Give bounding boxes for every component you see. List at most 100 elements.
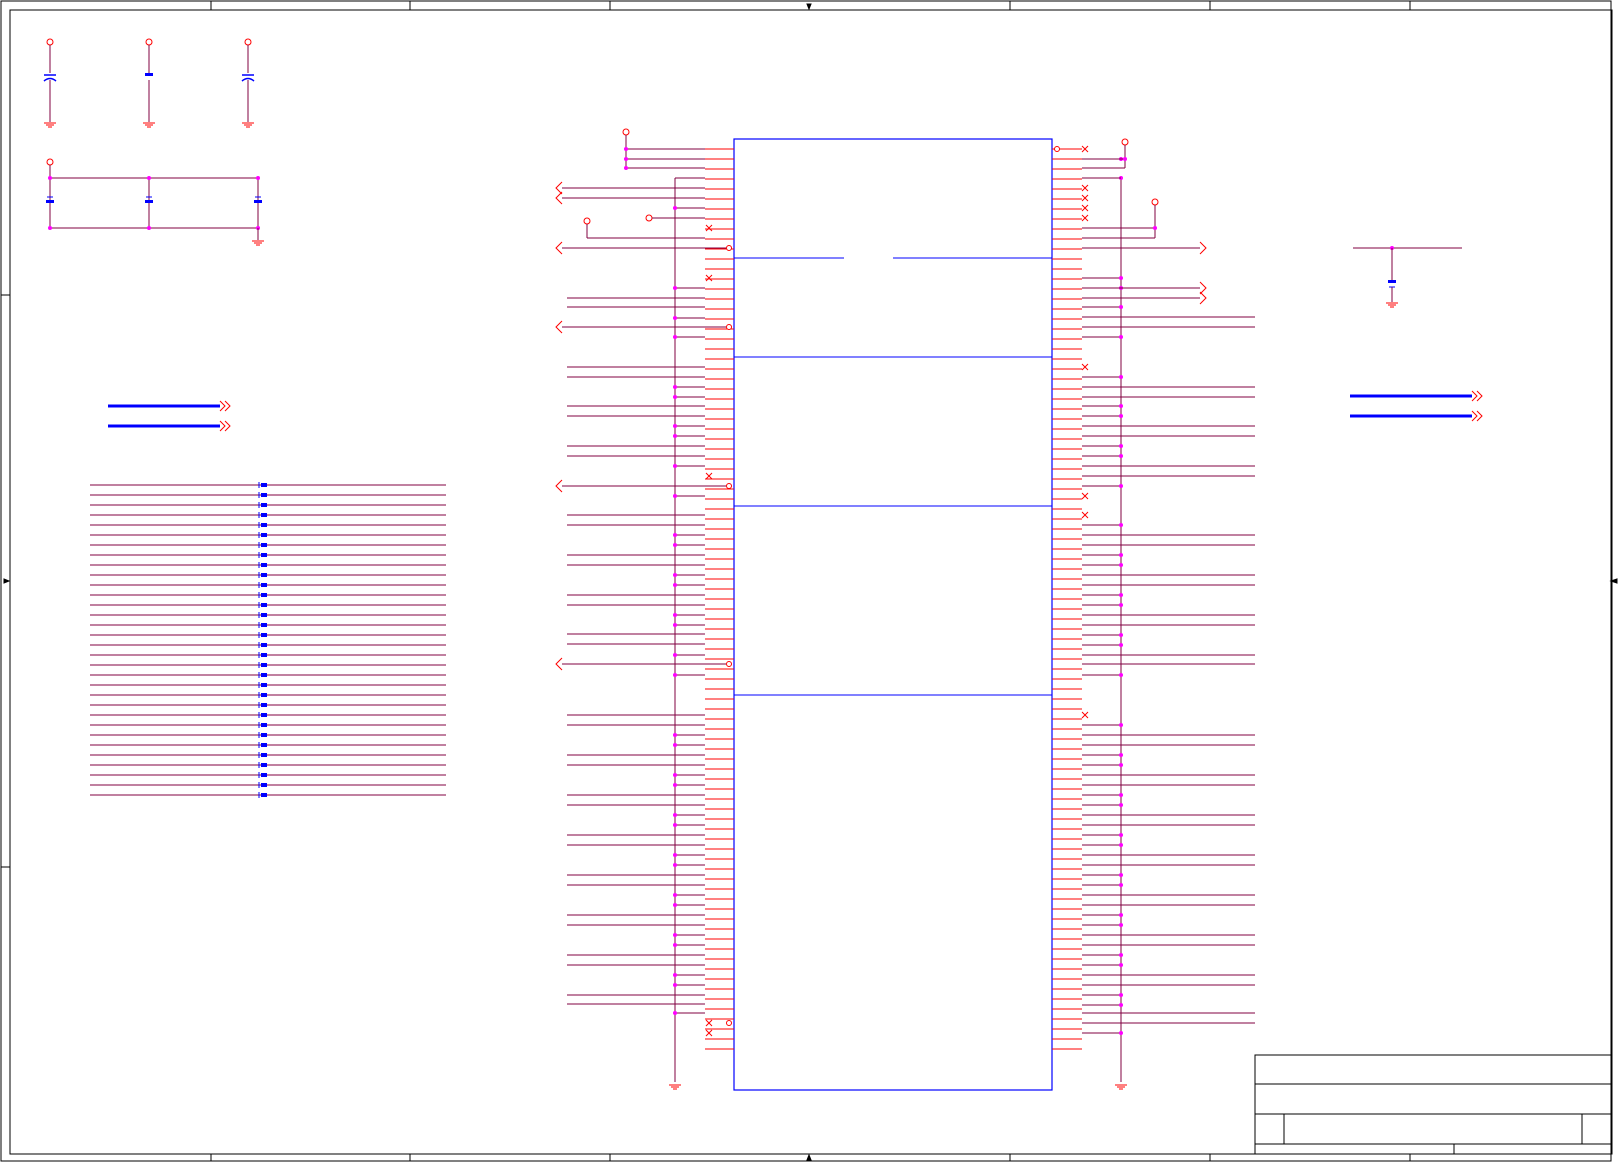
junction-dot [48,226,52,230]
junction-dot [673,613,677,617]
junction-dot [673,943,677,947]
resistor-icon [261,713,267,717]
power-port-icon [145,38,153,46]
bus-lines [108,390,1483,432]
junction-dot [1119,883,1123,887]
no-connect-icon [705,1029,713,1037]
ground-icon [44,122,56,128]
inversion-bubble [726,483,732,489]
junction-dot [673,893,677,897]
junction-dot [673,863,677,867]
junction-dot [673,1011,677,1015]
resistor-icon [261,723,267,727]
junction-dot [1119,404,1123,408]
power-port-icon [583,217,591,225]
junction-dot [673,743,677,747]
junction-dot [673,335,677,339]
resistor-icon [261,753,267,757]
junction-dot [673,286,677,290]
junction-dot [256,176,260,180]
power-port-icon [622,128,630,136]
junction-dot [1119,793,1123,797]
inversion-bubble [726,661,732,667]
resistor-icon [261,513,267,517]
resistor-icon [261,693,267,697]
resistor-icon [261,563,267,567]
junction-dot [1119,454,1123,458]
ground-icon [669,1084,681,1090]
no-connect-icon [1081,511,1089,519]
junction-dot [673,973,677,977]
capacitor-icon [254,200,262,203]
junction-dot [1119,643,1123,647]
power-port-icon [46,38,54,46]
resistor-icon [261,643,267,647]
junction-dot [673,434,677,438]
junction-dot [1119,673,1123,677]
junction-dot [1119,723,1123,727]
junction-dot [1119,603,1123,607]
junction-dot [1119,414,1123,418]
no-connect-icon [1081,194,1089,202]
resistor-icon [261,553,267,557]
junction-dot [673,395,677,399]
resistor-icon [261,733,267,737]
bus-connector-icon [219,420,231,432]
junction-dot [147,176,151,180]
frame-zone-ticks [1,1,1618,1161]
bus-connector-icon [219,400,231,412]
junction-dot [673,903,677,907]
frame-outer [0,0,1612,1162]
junction-dot [1119,763,1123,767]
bus-connector-icon [1471,390,1483,402]
no-connect-icon [1081,204,1089,212]
junction-dot [673,464,677,468]
inversion-bubble [1054,146,1060,152]
power-port-icon [46,158,54,166]
junction-dot [1119,963,1123,967]
series-resistor-array [90,482,446,798]
junction-dot [1119,553,1123,557]
no-connect-icon [1081,214,1089,222]
resistor-icon [261,533,267,537]
resistor-icon [261,653,267,657]
junction-dot [1119,563,1123,567]
junction-dot [673,853,677,857]
bus-connector-icon [1471,410,1483,422]
no-connect-icon [705,1019,713,1027]
frame-arrow [806,1153,812,1161]
junction-dot [1119,305,1123,309]
resistor-icon [261,743,267,747]
junction-dot [1119,843,1123,847]
junction-dot [673,773,677,777]
junction-dot [1119,444,1123,448]
resistor-icon [261,593,267,597]
power-port-icon [244,38,252,46]
junction-dot [1119,803,1123,807]
ground-icon [242,122,254,128]
resistor-icon [261,623,267,627]
resistor-icon [261,703,267,707]
capacitor-icon [1388,280,1396,283]
power-port-icon [1121,138,1129,146]
no-connect-icon [705,274,713,282]
junction-dot [673,424,677,428]
inversion-bubble [726,1020,732,1026]
resistor-icon [261,663,267,667]
resistor-icon [261,793,267,797]
resistor-icon [261,483,267,487]
junction-dot [673,823,677,827]
junction-dot [1119,276,1123,280]
resistor-icon [261,613,267,617]
no-connect-icon [1081,492,1089,500]
junction-dot [673,206,677,210]
no-connect-icon [705,224,713,232]
junction-dot [673,316,677,320]
resistor-icon [261,763,267,767]
capacitor-icon [145,73,153,76]
power-port-icon [645,214,653,222]
inversion-bubble [726,245,732,251]
resistor-icon [261,573,267,577]
junction-dot [673,543,677,547]
junction-dot [1119,833,1123,837]
